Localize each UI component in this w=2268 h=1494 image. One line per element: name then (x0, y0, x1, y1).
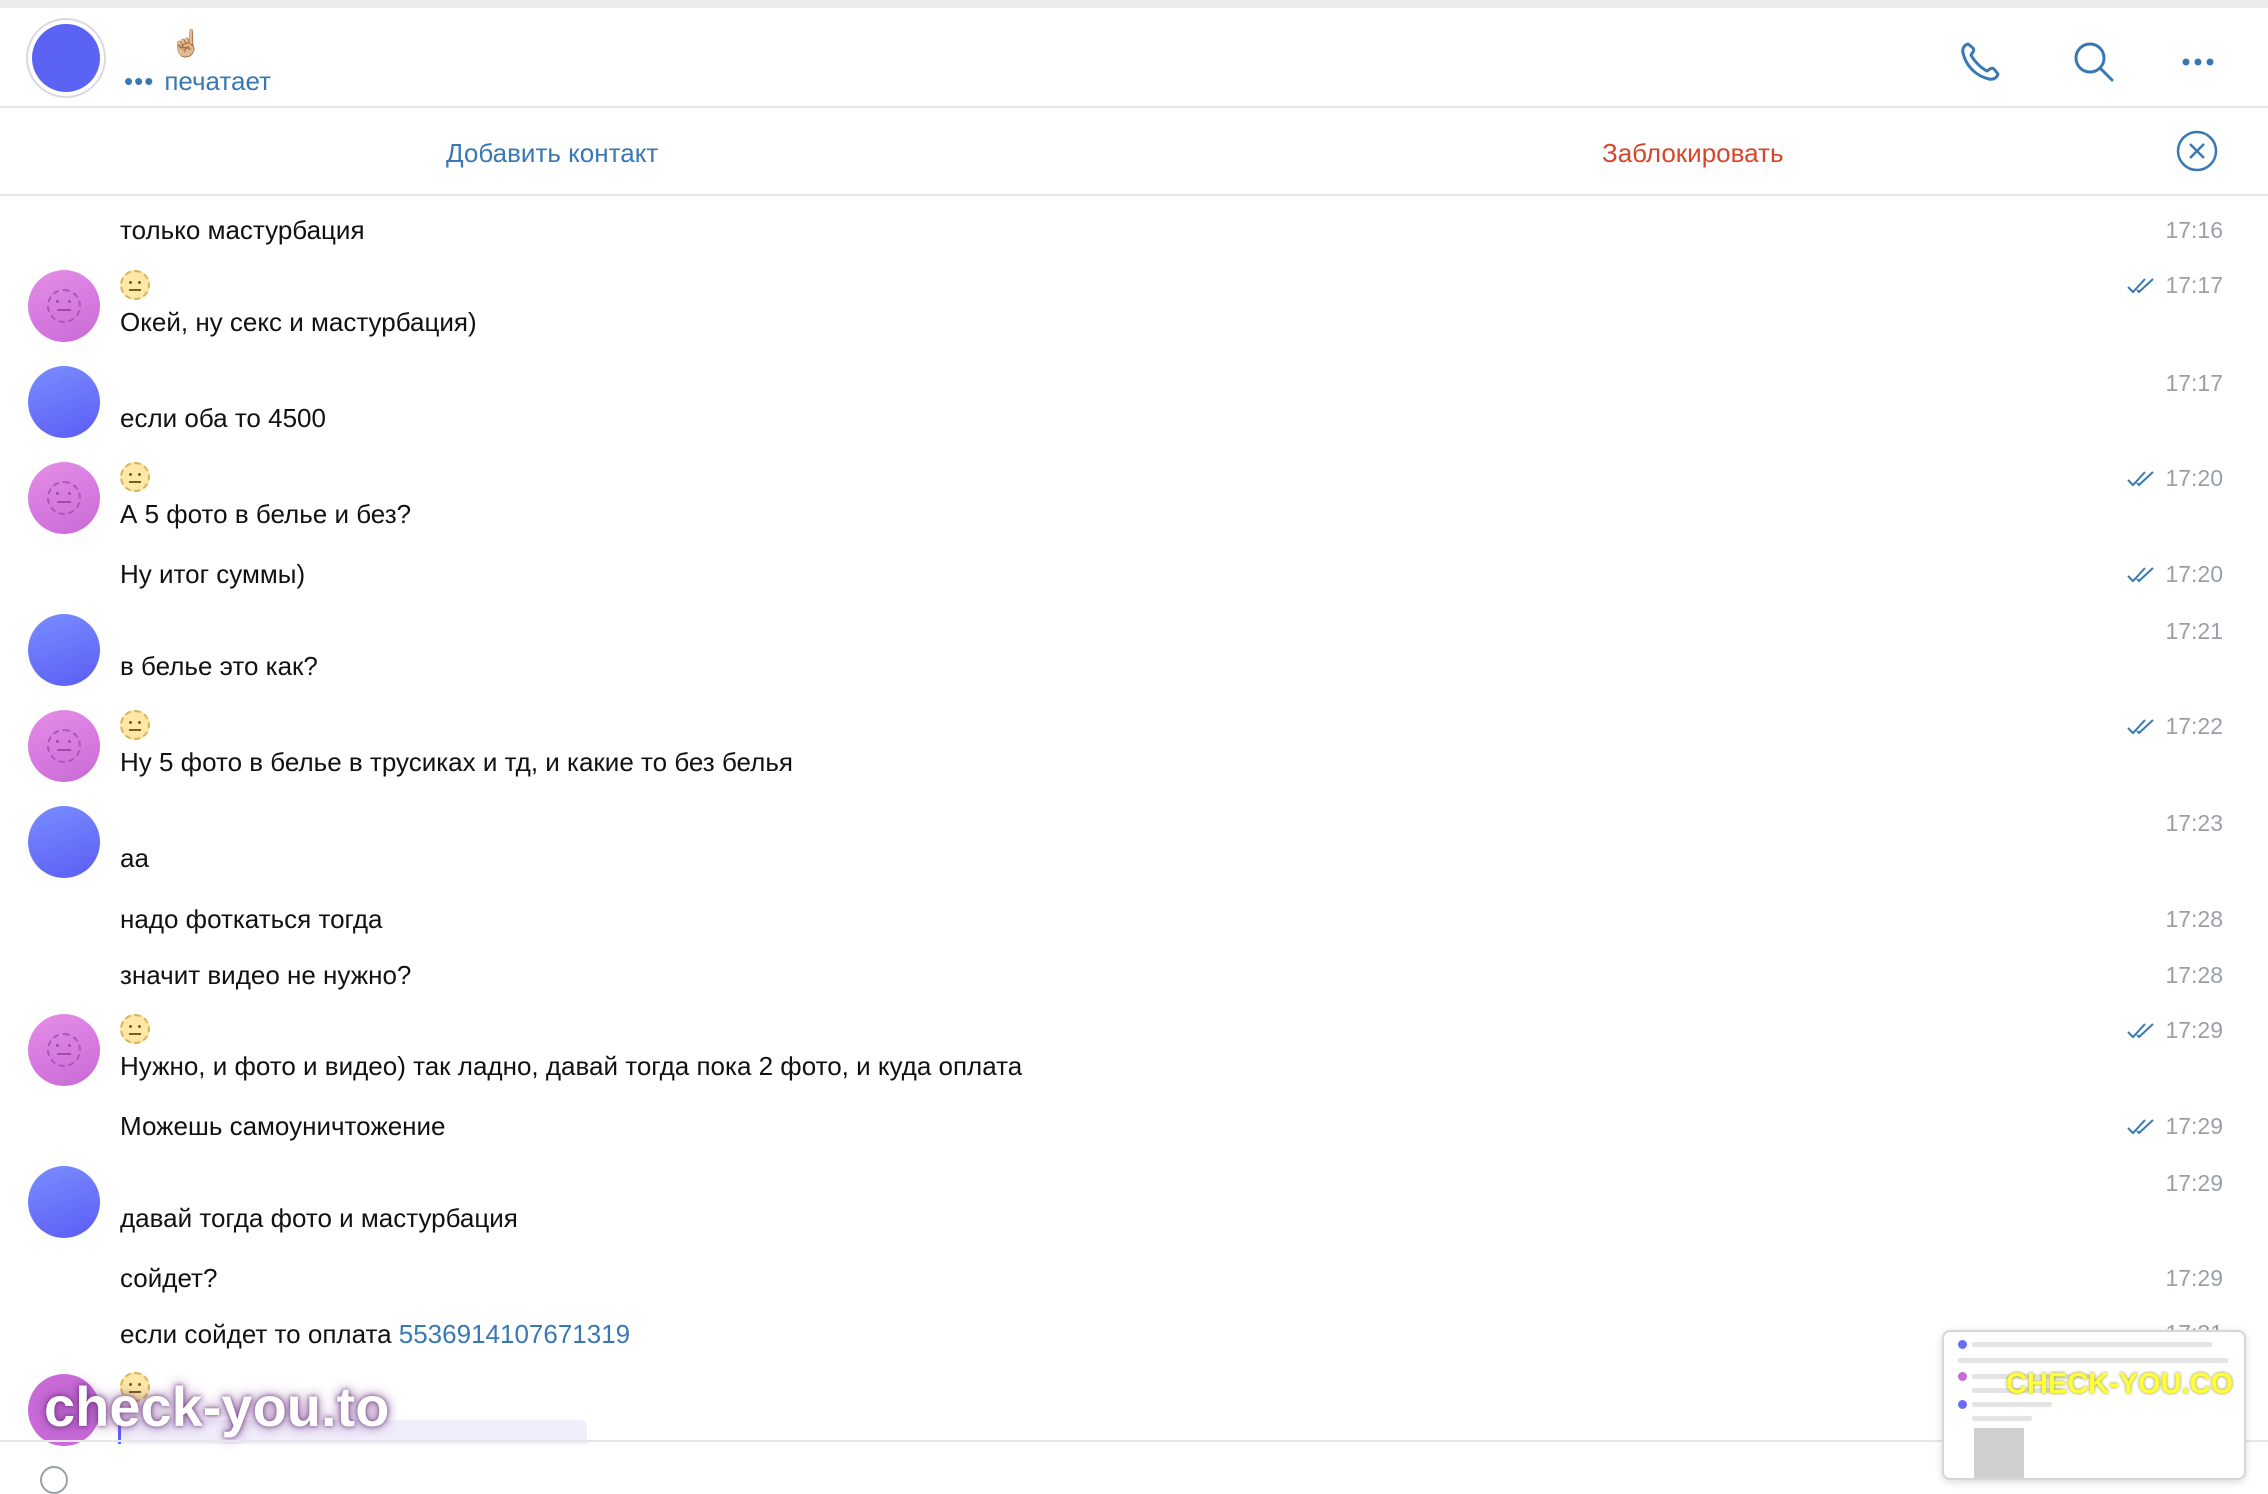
message-time: 17:29 (2165, 1170, 2223, 1196)
user-avatar[interactable] (28, 366, 100, 438)
peer-avatar[interactable] (28, 1014, 100, 1086)
message-time: 17:20 (2127, 561, 2223, 588)
message-text: Ну итог суммы) (120, 559, 306, 589)
peer-avatar[interactable] (28, 462, 100, 534)
neutral-face-sticker-icon (120, 462, 150, 492)
message-text: если сойдет то оплата 5536914107671319 (120, 1319, 630, 1350)
screenshot-thumbnail[interactable]: CHECK-YOU.CO (1942, 1330, 2246, 1480)
message-text: давай тогда фото и мастурбация (120, 1203, 518, 1233)
message-time: 17:28 (2165, 906, 2223, 932)
double-check-icon (2127, 1118, 2155, 1134)
message-text: Окей, ну секс и мастурбация) (120, 307, 477, 337)
user-avatar[interactable] (28, 1166, 100, 1238)
face-icon (47, 289, 81, 323)
typing-status: печатает (164, 66, 272, 96)
message-time: 17:17 (2127, 272, 2223, 299)
neutral-face-sticker-icon (120, 710, 150, 740)
message-time: 17:20 (2127, 465, 2223, 492)
typing-indicator: ••• печатает (124, 66, 271, 97)
user-avatar[interactable] (28, 806, 100, 878)
mini-avatar (1958, 1340, 1967, 1349)
message-text: Нужно, и фото и видео) так ладно, давай … (120, 1051, 1023, 1081)
search-icon[interactable] (2068, 36, 2120, 88)
thumbnail-watermark: CHECK-YOU.CO (2006, 1368, 2234, 1400)
message-text: аа (120, 843, 149, 873)
phone-icon[interactable] (1954, 36, 2006, 88)
mini-avatar (1958, 1372, 1967, 1381)
face-icon (47, 481, 81, 515)
more-icon[interactable] (2172, 36, 2224, 88)
double-check-icon (2127, 277, 2155, 293)
mini-row (1972, 1402, 2052, 1407)
message-time: 17:29 (2127, 1113, 2223, 1140)
typing-hand-emoji: ☝🏼 (170, 28, 203, 58)
window-top-strip (0, 0, 2268, 8)
typing-dots-icon: ••• (124, 66, 155, 96)
chat-header: ☝🏼 ••• печатает (0, 8, 2268, 108)
mini-row (1958, 1358, 2228, 1363)
message-text: А 5 фото в белье и без? (120, 499, 412, 529)
close-icon[interactable] (2176, 130, 2218, 172)
user-avatar[interactable] (28, 614, 100, 686)
message-text: Можешь самоуничтожение (120, 1111, 446, 1141)
block-button[interactable]: Заблокировать (1602, 138, 1784, 169)
double-check-icon (2127, 1022, 2155, 1038)
double-check-icon (2127, 566, 2155, 582)
composer-divider (0, 1440, 2268, 1442)
message-text: Ну 5 фото в белье в трусиках и тд, и как… (120, 747, 793, 777)
mini-row (1972, 1342, 2212, 1347)
mini-image (1974, 1428, 2024, 1478)
message-text-part: если сойдет то оплата (120, 1319, 399, 1349)
attach-icon[interactable] (40, 1466, 68, 1494)
contact-action-bar: Добавить контакт Заблокировать (0, 108, 2268, 196)
message-time: 17:23 (2165, 810, 2223, 836)
message-text: в белье это как? (120, 651, 318, 681)
message-text: только мастурбация (120, 215, 365, 245)
watermark: check-you.to (44, 1375, 390, 1438)
mini-avatar (1958, 1400, 1967, 1409)
neutral-face-sticker-icon (120, 1014, 150, 1044)
peer-avatar[interactable] (28, 710, 100, 782)
face-icon (47, 729, 81, 763)
message-time: 17:22 (2127, 713, 2223, 740)
add-contact-button[interactable]: Добавить контакт (446, 138, 658, 169)
contact-avatar[interactable] (32, 24, 100, 92)
double-check-icon (2127, 470, 2155, 486)
message-text: сойдет? (120, 1263, 218, 1293)
mini-row (1972, 1416, 2032, 1421)
neutral-face-sticker-icon (120, 270, 150, 300)
message-text: значит видео не нужно? (120, 960, 412, 990)
face-icon (47, 1033, 81, 1067)
message-time: 17:28 (2165, 962, 2223, 988)
message-time: 17:29 (2165, 1265, 2223, 1291)
message-time: 17:21 (2165, 618, 2223, 644)
message-text: если оба то 4500 (120, 403, 326, 433)
card-number-link[interactable]: 5536914107671319 (399, 1319, 630, 1349)
message-time: 17:17 (2165, 370, 2223, 396)
message-text: надо фоткаться тогда (120, 904, 383, 934)
message-time: 17:29 (2127, 1017, 2223, 1044)
double-check-icon (2127, 718, 2155, 734)
message-time: 17:16 (2165, 217, 2223, 243)
peer-avatar[interactable] (28, 270, 100, 342)
